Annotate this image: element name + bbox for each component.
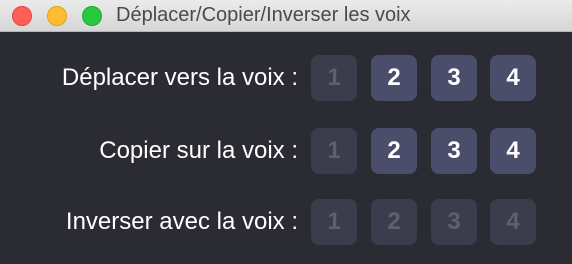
close-window-button[interactable] xyxy=(12,6,32,26)
move-to-voice-label: Déplacer vers la voix : xyxy=(61,64,298,91)
window-title: Déplacer/Copier/Inverser les voix xyxy=(116,4,411,26)
move-voice-2-button[interactable]: 2 xyxy=(371,55,417,101)
copy-voice-4-button[interactable]: 4 xyxy=(490,128,536,174)
swap-voice-2-button[interactable]: 2 xyxy=(371,199,417,245)
move-voice-3-button[interactable]: 3 xyxy=(431,55,477,101)
copy-voice-2-button[interactable]: 2 xyxy=(371,128,417,174)
copy-to-voice-row: Copier sur la voix : 1 2 3 4 xyxy=(0,128,572,174)
move-voice-4-button[interactable]: 4 xyxy=(490,55,536,101)
copy-voice-1-button[interactable]: 1 xyxy=(311,128,357,174)
move-to-voice-row: Déplacer vers la voix : 1 2 3 4 xyxy=(0,55,572,101)
title-bar[interactable]: Déplacer/Copier/Inverser les voix xyxy=(0,0,572,32)
dialog-window: Déplacer/Copier/Inverser les voix Déplac… xyxy=(0,0,572,264)
copy-to-voice-label: Copier sur la voix : xyxy=(99,137,298,164)
zoom-window-button[interactable] xyxy=(82,6,102,26)
swap-voice-4-button[interactable]: 4 xyxy=(490,199,536,245)
move-voice-1-button[interactable]: 1 xyxy=(311,55,357,101)
swap-voice-1-button[interactable]: 1 xyxy=(311,199,357,245)
swap-with-voice-label: Inverser avec la voix : xyxy=(65,208,298,235)
swap-voice-3-button[interactable]: 3 xyxy=(431,199,477,245)
swap-with-voice-row: Inverser avec la voix : 1 2 3 4 xyxy=(0,199,572,245)
copy-voice-3-button[interactable]: 3 xyxy=(431,128,477,174)
minimize-window-button[interactable] xyxy=(47,6,67,26)
